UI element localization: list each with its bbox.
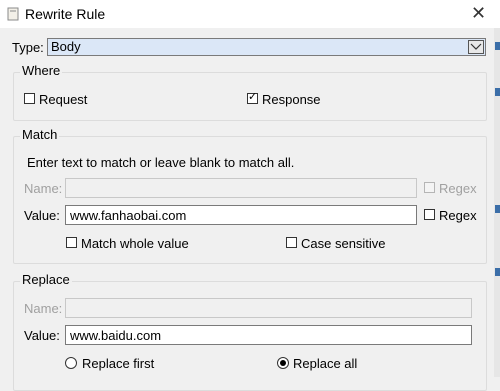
case-sensitive-checkbox[interactable]: [286, 237, 297, 248]
match-value-input[interactable]: www.fanhaobai.com: [65, 205, 417, 225]
edge-marker: [495, 42, 500, 50]
close-icon[interactable]: ✕: [471, 3, 486, 23]
type-label: Type:: [12, 40, 44, 55]
match-name-regex-label: Regex: [439, 181, 477, 196]
replace-group-title: Replace: [20, 272, 72, 287]
replace-first-radio[interactable]: [65, 357, 77, 369]
radio-selected-dot: [280, 360, 286, 366]
replace-all-radio[interactable]: [277, 357, 289, 369]
edge-marker: [495, 268, 500, 276]
replace-name-label: Name:: [24, 301, 63, 316]
edge-marker: [495, 205, 500, 213]
window-title: Rewrite Rule: [25, 6, 106, 22]
replace-name-input[interactable]: [65, 298, 472, 318]
chevron-down-icon[interactable]: [468, 40, 484, 54]
match-group-title: Match: [20, 127, 60, 142]
response-label: Response: [262, 92, 321, 107]
case-sensitive-label: Case sensitive: [301, 236, 386, 251]
match-whole-value-checkbox[interactable]: [66, 237, 77, 248]
request-checkbox[interactable]: [24, 93, 35, 104]
response-checkbox[interactable]: ✓: [247, 91, 258, 104]
background-window-edge: [494, 28, 500, 377]
match-value-regex-label: Regex: [439, 208, 477, 223]
edge-marker: [495, 88, 500, 96]
match-value-label: Value:: [24, 208, 60, 223]
title-bar: Rewrite Rule ✕: [0, 0, 500, 28]
match-instructions: Enter text to match or leave blank to ma…: [27, 155, 295, 170]
match-value-text: www.fanhaobai.com: [70, 208, 187, 223]
replace-value-input[interactable]: www.baidu.com: [65, 325, 472, 345]
replace-value-label: Value:: [24, 328, 60, 343]
replace-first-label: Replace first: [82, 356, 155, 371]
type-select[interactable]: Body: [47, 38, 486, 56]
match-value-regex-checkbox[interactable]: [424, 209, 435, 220]
match-name-label: Name:: [24, 181, 63, 196]
type-select-value: Body: [51, 39, 81, 54]
replace-value-text: www.baidu.com: [70, 328, 162, 343]
match-name-regex-checkbox[interactable]: [424, 182, 435, 193]
match-name-input[interactable]: [65, 178, 417, 198]
match-whole-value-label: Match whole value: [81, 236, 189, 251]
request-label: Request: [39, 92, 88, 107]
check-icon: ✓: [248, 91, 258, 103]
where-group-title: Where: [20, 63, 63, 78]
replace-all-label: Replace all: [293, 356, 358, 371]
app-icon: [7, 7, 19, 21]
